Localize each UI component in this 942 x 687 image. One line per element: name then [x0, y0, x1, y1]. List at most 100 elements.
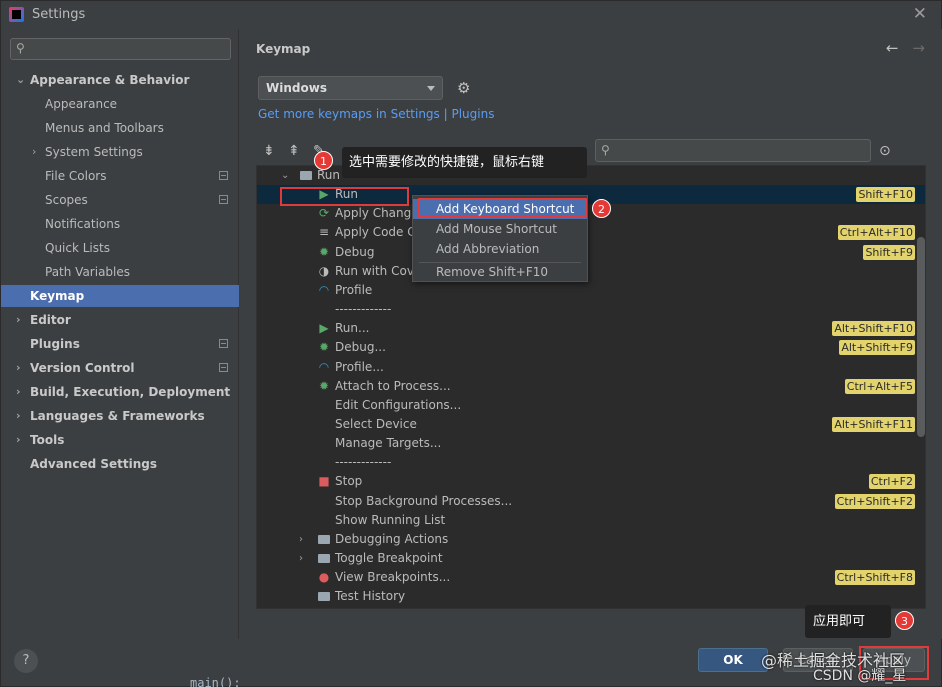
project-level-icon — [219, 171, 228, 180]
action-row[interactable]: ◠ Profile... — [257, 358, 925, 377]
action-search[interactable]: ⚲ — [595, 139, 871, 162]
sidebar-item-editor[interactable]: › Editor — [1, 309, 239, 331]
action-label: Apply Change — [335, 206, 419, 221]
profile-icon: ◠ — [318, 359, 330, 374]
action-row[interactable]: ◠ Profile — [257, 281, 925, 300]
sidebar-item-scopes[interactable]: Scopes — [1, 189, 239, 211]
action-row[interactable]: ● View Breakpoints... Ctrl+Shift+F8 — [257, 568, 925, 587]
action-row[interactable]: ------------- — [257, 300, 925, 319]
sidebar-item-label: Path Variables — [45, 265, 131, 279]
keymap-select[interactable]: Windows — [258, 76, 443, 100]
action-label: ------------- — [335, 302, 392, 317]
sidebar-item-system-settings[interactable]: › System Settings — [1, 141, 239, 163]
settings-search-input[interactable] — [31, 41, 226, 57]
intellij-app-icon — [9, 7, 24, 22]
shortcut-badge: Alt+Shift+F11 — [832, 416, 915, 432]
sidebar-item-quick-lists[interactable]: Quick Lists — [1, 237, 239, 259]
action-row[interactable]: Manage Targets... — [257, 434, 925, 453]
action-label: Apply Code Cl — [335, 225, 419, 240]
sidebar-item-file-colors[interactable]: File Colors — [1, 165, 239, 187]
expand-all-icon[interactable]: ⇟ — [263, 143, 275, 159]
action-row[interactable]: Show Running List — [257, 511, 925, 530]
find-by-shortcut-icon[interactable]: ⊙ — [879, 143, 891, 159]
sidebar-item-label: Plugins — [30, 337, 80, 351]
chevron-right-icon[interactable]: › — [299, 530, 303, 549]
gear-icon[interactable]: ⚙ — [457, 79, 470, 97]
settings-search[interactable]: ⚲ — [10, 38, 231, 60]
action-row[interactable]: ▶ Run... Alt+Shift+F10 — [257, 319, 925, 338]
action-row[interactable]: ✹ Attach to Process... Ctrl+Alt+F5 — [257, 377, 925, 396]
chevron-right-icon[interactable]: › — [16, 405, 21, 427]
sidebar-item-label: Build, Execution, Deployment — [30, 385, 231, 399]
chevron-right-icon[interactable]: › — [32, 141, 36, 163]
collapse-all-icon[interactable]: ⇞ — [288, 143, 300, 159]
chevron-right-icon[interactable]: › — [16, 357, 21, 379]
tree-group-row[interactable]: › Toggle Breakpoint — [257, 549, 925, 568]
action-row[interactable]: ≡ Apply Code Cl Ctrl+Alt+F10 — [257, 223, 925, 242]
action-row[interactable]: ✹ Debug... Alt+Shift+F9 — [257, 338, 925, 357]
action-label: ------------- — [335, 455, 392, 470]
shortcut-badge: Shift+F10 — [856, 187, 915, 203]
chevron-right-icon[interactable]: › — [16, 429, 21, 451]
debug-icon: ✹ — [318, 340, 330, 355]
menu-add-mouse-shortcut[interactable]: Add Mouse Shortcut — [413, 219, 587, 239]
action-row[interactable]: ◑ Run with Cove — [257, 262, 925, 281]
action-label: Run with Cove — [335, 263, 422, 278]
chevron-right-icon[interactable]: › — [16, 309, 21, 331]
chevron-down-icon[interactable]: ⌄ — [281, 166, 289, 185]
keymap-panel: Keymap ← → Windows ⚙ Get more keymaps in … — [240, 29, 942, 639]
sidebar-item-label: Languages & Frameworks — [30, 409, 205, 423]
action-row[interactable]: ✹ Debug Shift+F9 — [257, 243, 925, 262]
window-title: Settings — [32, 7, 86, 22]
chevron-right-icon[interactable]: › — [299, 549, 303, 568]
action-label: Select Device — [335, 416, 417, 431]
sidebar-item-plugins[interactable]: Plugins — [1, 333, 239, 355]
menu-add-abbreviation[interactable]: Add Abbreviation — [413, 239, 587, 259]
chevron-down-icon[interactable]: ⌄ — [16, 69, 25, 91]
shortcut-badge: Alt+Shift+F9 — [839, 340, 915, 356]
highlight-run-row — [280, 187, 409, 206]
highlight-add-keyboard-shortcut — [418, 198, 587, 218]
help-button[interactable]: ? — [14, 649, 38, 673]
menu-remove-shortcut[interactable]: Remove Shift+F10 — [413, 262, 587, 282]
title-bar: Settings ✕ — [1, 1, 941, 29]
ok-button[interactable]: OK — [698, 648, 768, 672]
action-row[interactable]: Select Device Alt+Shift+F11 — [257, 415, 925, 434]
shortcut-badge: Shift+F9 — [863, 244, 915, 260]
action-row[interactable]: Edit Configurations... — [257, 396, 925, 415]
action-label: Test History — [335, 589, 406, 604]
sidebar-item-notifications[interactable]: Notifications — [1, 213, 239, 235]
sidebar-item-appearance-behavior[interactable]: ⌄ Appearance & Behavior — [1, 69, 239, 91]
sidebar-item-label: Appearance — [45, 97, 118, 111]
action-label: Debug... — [335, 340, 386, 355]
sidebar-item-label: Version Control — [30, 361, 135, 375]
forward-arrow-icon[interactable]: → — [912, 39, 925, 57]
action-label: View Breakpoints... — [335, 570, 451, 585]
sidebar-item-keymap[interactable]: Keymap — [1, 285, 239, 307]
step-badge-1: 1 — [314, 151, 333, 170]
sidebar-item-advanced-settings[interactable]: Advanced Settings — [1, 453, 239, 475]
sidebar-item-menus-and-toolbars[interactable]: Menus and Toolbars — [1, 117, 239, 139]
tree-scrollbar[interactable] — [917, 237, 925, 437]
get-more-keymaps-link[interactable]: Get more keymaps in Settings | Plugins — [258, 107, 494, 121]
folder-icon — [317, 531, 331, 547]
action-row[interactable]: ■ Stop Ctrl+F2 — [257, 472, 925, 491]
chevron-right-icon[interactable]: › — [16, 381, 21, 403]
profile-icon: ◠ — [318, 282, 330, 297]
folder-icon — [317, 588, 331, 604]
action-row[interactable]: ------------- — [257, 453, 925, 472]
tree-group-row[interactable]: › Debugging Actions — [257, 530, 925, 549]
back-arrow-icon[interactable]: ← — [886, 39, 899, 57]
action-row[interactable]: Stop Background Processes... Ctrl+Shift+F… — [257, 492, 925, 511]
sidebar-item-version-control[interactable]: › Version Control — [1, 357, 239, 379]
sidebar-item-path-variables[interactable]: Path Variables — [1, 261, 239, 283]
close-icon[interactable]: ✕ — [913, 4, 927, 24]
action-label: Run... — [335, 321, 370, 336]
action-label: Edit Configurations... — [335, 397, 462, 412]
sidebar-item-tools[interactable]: › Tools — [1, 429, 239, 451]
step1-callout: 选中需要修改的快捷键，鼠标右键 — [342, 147, 587, 178]
sidebar-item-appearance[interactable]: Appearance — [1, 93, 239, 115]
sidebar-item-build-execution-deployment[interactable]: › Build, Execution, Deployment — [1, 381, 239, 403]
sidebar-item-languages-frameworks[interactable]: › Languages & Frameworks — [1, 405, 239, 427]
tree-group-row[interactable]: Test History — [257, 587, 925, 606]
